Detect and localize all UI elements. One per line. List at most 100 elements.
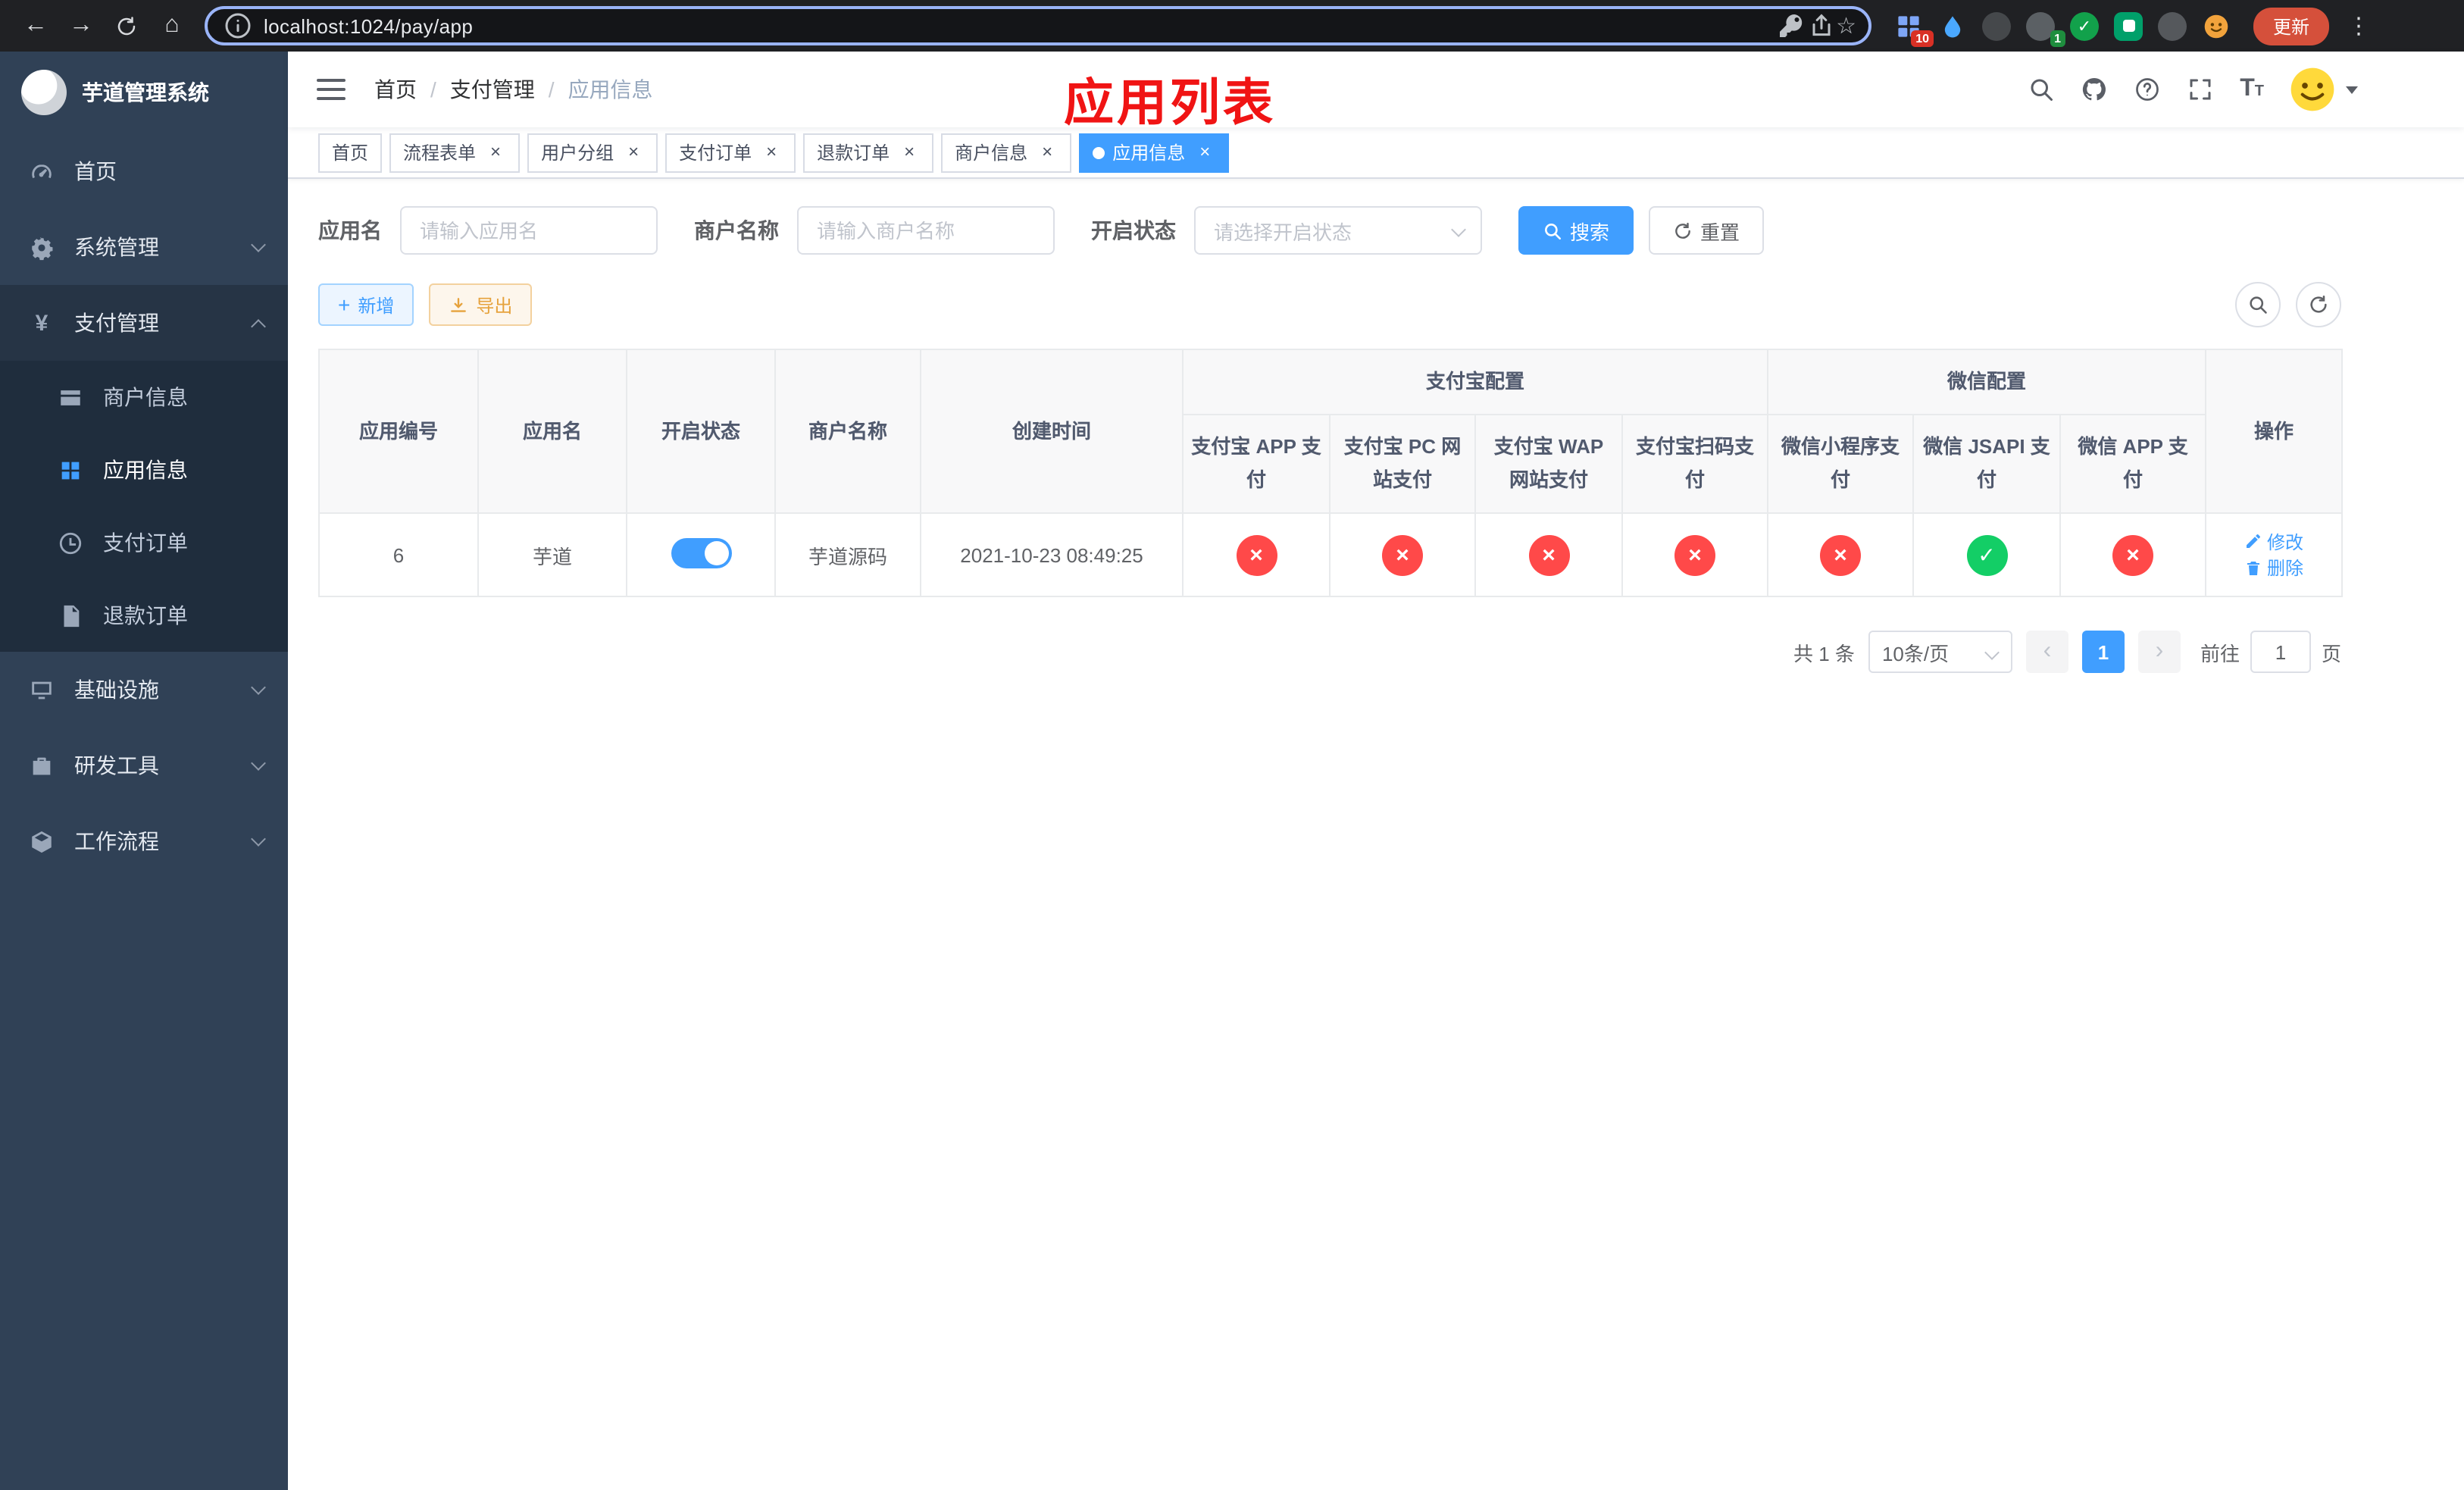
merchant-name-input[interactable] (797, 206, 1055, 255)
sidebar-item-payment[interactable]: ¥ 支付管理 (0, 285, 288, 361)
search-icon[interactable] (2028, 76, 2055, 103)
top-navbar: 首页 / 支付管理 / 应用信息 应用列表 TT (288, 52, 2464, 130)
chevron-down-icon (1451, 222, 1466, 237)
refresh-table-button[interactable] (2296, 282, 2341, 327)
browser-update-button[interactable]: 更新 (2253, 7, 2330, 45)
tab-merchant-info[interactable]: 商户信息 × (941, 133, 1072, 172)
browser-menu-icon[interactable]: ⋮ (2347, 12, 2370, 39)
delete-button[interactable]: 删除 (2244, 556, 2303, 581)
tab-app-info[interactable]: 应用信息 × (1079, 133, 1230, 172)
extension-green-square-icon[interactable] (2114, 11, 2143, 40)
current-page-button[interactable]: 1 (2081, 631, 2125, 674)
browser-refresh-icon[interactable] (106, 5, 147, 46)
chevron-down-icon (251, 237, 266, 252)
sidebar-item-system[interactable]: 系统管理 (0, 209, 288, 285)
config-status-wx-app: × (2112, 534, 2154, 576)
order-clock-icon (58, 530, 83, 556)
extension-drop-icon[interactable] (1938, 11, 1967, 40)
payment-submenu: 商户信息 应用信息 支付订单 退款订单 (0, 361, 288, 652)
browser-home-icon[interactable]: ⌂ (152, 5, 192, 46)
config-status-alipay-qr: × (1674, 534, 1715, 576)
sidebar-item-app-info[interactable]: 应用信息 (0, 434, 288, 506)
reset-button[interactable]: 重置 (1649, 206, 1765, 255)
cell-app-id: 6 (318, 512, 479, 598)
browser-chrome: ← → ⌂ localhost:1024/pay/app ☆ 10 1 ✓ 更新… (0, 0, 2464, 52)
password-key-icon[interactable] (1775, 11, 1806, 41)
config-status-alipay-app: × (1236, 534, 1277, 576)
extension-dark-icon[interactable] (1982, 11, 2011, 40)
logo-row[interactable]: 芋道管理系统 (0, 52, 288, 133)
user-menu[interactable] (2290, 67, 2358, 112)
search-icon (1545, 223, 1562, 239)
site-info-icon[interactable] (223, 11, 253, 41)
col-wx-app: 微信 APP 支付 (2059, 414, 2207, 515)
share-icon[interactable] (1806, 11, 1836, 41)
github-icon[interactable] (2081, 76, 2108, 103)
app-name-input[interactable] (400, 206, 658, 255)
page-size-select[interactable]: 10条/页 (1868, 631, 2012, 674)
toggle-search-button[interactable] (2235, 282, 2281, 327)
tab-refund-orders[interactable]: 退款订单 × (803, 133, 934, 172)
close-icon[interactable]: × (761, 141, 782, 163)
sidebar-item-infrastructure[interactable]: 基础设施 (0, 652, 288, 728)
tab-home[interactable]: 首页 (318, 133, 383, 172)
close-icon[interactable]: × (623, 141, 644, 163)
active-tab-dot (1093, 146, 1105, 158)
chevron-down-icon (2346, 86, 2358, 93)
extension-profile-icon[interactable]: 1 (2026, 11, 2065, 46)
sidebar-item-pay-orders[interactable]: 支付订单 (0, 506, 288, 579)
tab-user-group[interactable]: 用户分组 × (527, 133, 658, 172)
col-group-alipay: 支付宝配置 (1181, 348, 1769, 416)
col-merchant: 商户名称 (774, 348, 921, 515)
search-button[interactable]: 搜索 (1518, 206, 1634, 255)
bookmark-star-icon[interactable]: ☆ (1836, 12, 1856, 39)
sidebar-item-refund-orders[interactable]: 退款订单 (0, 579, 288, 652)
prev-page-button[interactable]: ‹ (2025, 631, 2068, 674)
avatar[interactable] (2290, 67, 2335, 112)
row-status-switch[interactable] (671, 537, 731, 568)
url-text[interactable]: localhost:1024/pay/app (264, 14, 473, 37)
next-page-button[interactable]: › (2137, 631, 2181, 674)
add-button[interactable]: + 新增 (318, 283, 414, 326)
breadcrumb-payment[interactable]: 支付管理 (450, 74, 535, 105)
col-alipay-pc: 支付宝 PC 网站支付 (1329, 414, 1476, 515)
breadcrumb: 首页 / 支付管理 / 应用信息 (374, 74, 653, 105)
sidebar-item-dev-tools[interactable]: 研发工具 (0, 728, 288, 803)
toolbox-icon (29, 753, 55, 778)
filter-form: 应用名 商户名称 开启状态 请选择开启状态 (318, 206, 2434, 255)
browser-forward-icon[interactable]: → (61, 5, 102, 46)
app-title: 芋道管理系统 (82, 80, 209, 105)
edit-button[interactable]: 修改 (2244, 529, 2303, 555)
hamburger-icon[interactable] (317, 79, 346, 100)
fullscreen-icon[interactable] (2187, 76, 2214, 103)
export-button[interactable]: 导出 (429, 283, 533, 326)
config-status-wx-mini: × (1820, 534, 1862, 576)
sidebar-item-merchant-info[interactable]: 商户信息 (0, 361, 288, 434)
col-created: 创建时间 (920, 348, 1184, 515)
sidebar: 芋道管理系统 首页 系统管理 ¥ 支付管理 商户信息 应用信息 支付订单 退款订… (0, 52, 288, 1490)
extension-grid-icon[interactable]: 10 (1894, 11, 1934, 46)
tab-pay-orders[interactable]: 支付订单 × (665, 133, 796, 172)
goto-prefix: 前往 (2200, 642, 2240, 665)
tab-flow-form[interactable]: 流程表单 × (389, 133, 521, 172)
browser-avatar-icon[interactable] (2202, 11, 2231, 40)
help-icon[interactable] (2134, 76, 2161, 103)
goto-page-input[interactable] (2250, 631, 2311, 674)
close-icon[interactable]: × (1037, 141, 1058, 163)
close-icon[interactable]: × (1194, 141, 1215, 163)
status-select[interactable]: 请选择开启状态 (1194, 206, 1482, 255)
extension-check-icon[interactable]: ✓ (2070, 11, 2099, 40)
sidebar-item-workflow[interactable]: 工作流程 (0, 803, 288, 879)
table-toolbar: + 新增 导出 (318, 282, 2341, 327)
logo-avatar (21, 70, 67, 115)
col-alipay-app: 支付宝 APP 支付 (1182, 414, 1330, 515)
address-bar[interactable]: localhost:1024/pay/app ☆ (205, 6, 1871, 45)
extension-puzzle-icon[interactable] (2158, 11, 2187, 40)
font-size-icon[interactable]: TT (2240, 77, 2264, 102)
breadcrumb-home[interactable]: 首页 (374, 74, 417, 105)
close-icon[interactable]: × (485, 141, 506, 163)
sidebar-item-home[interactable]: 首页 (0, 133, 288, 209)
browser-back-icon[interactable]: ← (15, 5, 56, 46)
search-icon (2250, 296, 2267, 314)
close-icon[interactable]: × (899, 141, 920, 163)
